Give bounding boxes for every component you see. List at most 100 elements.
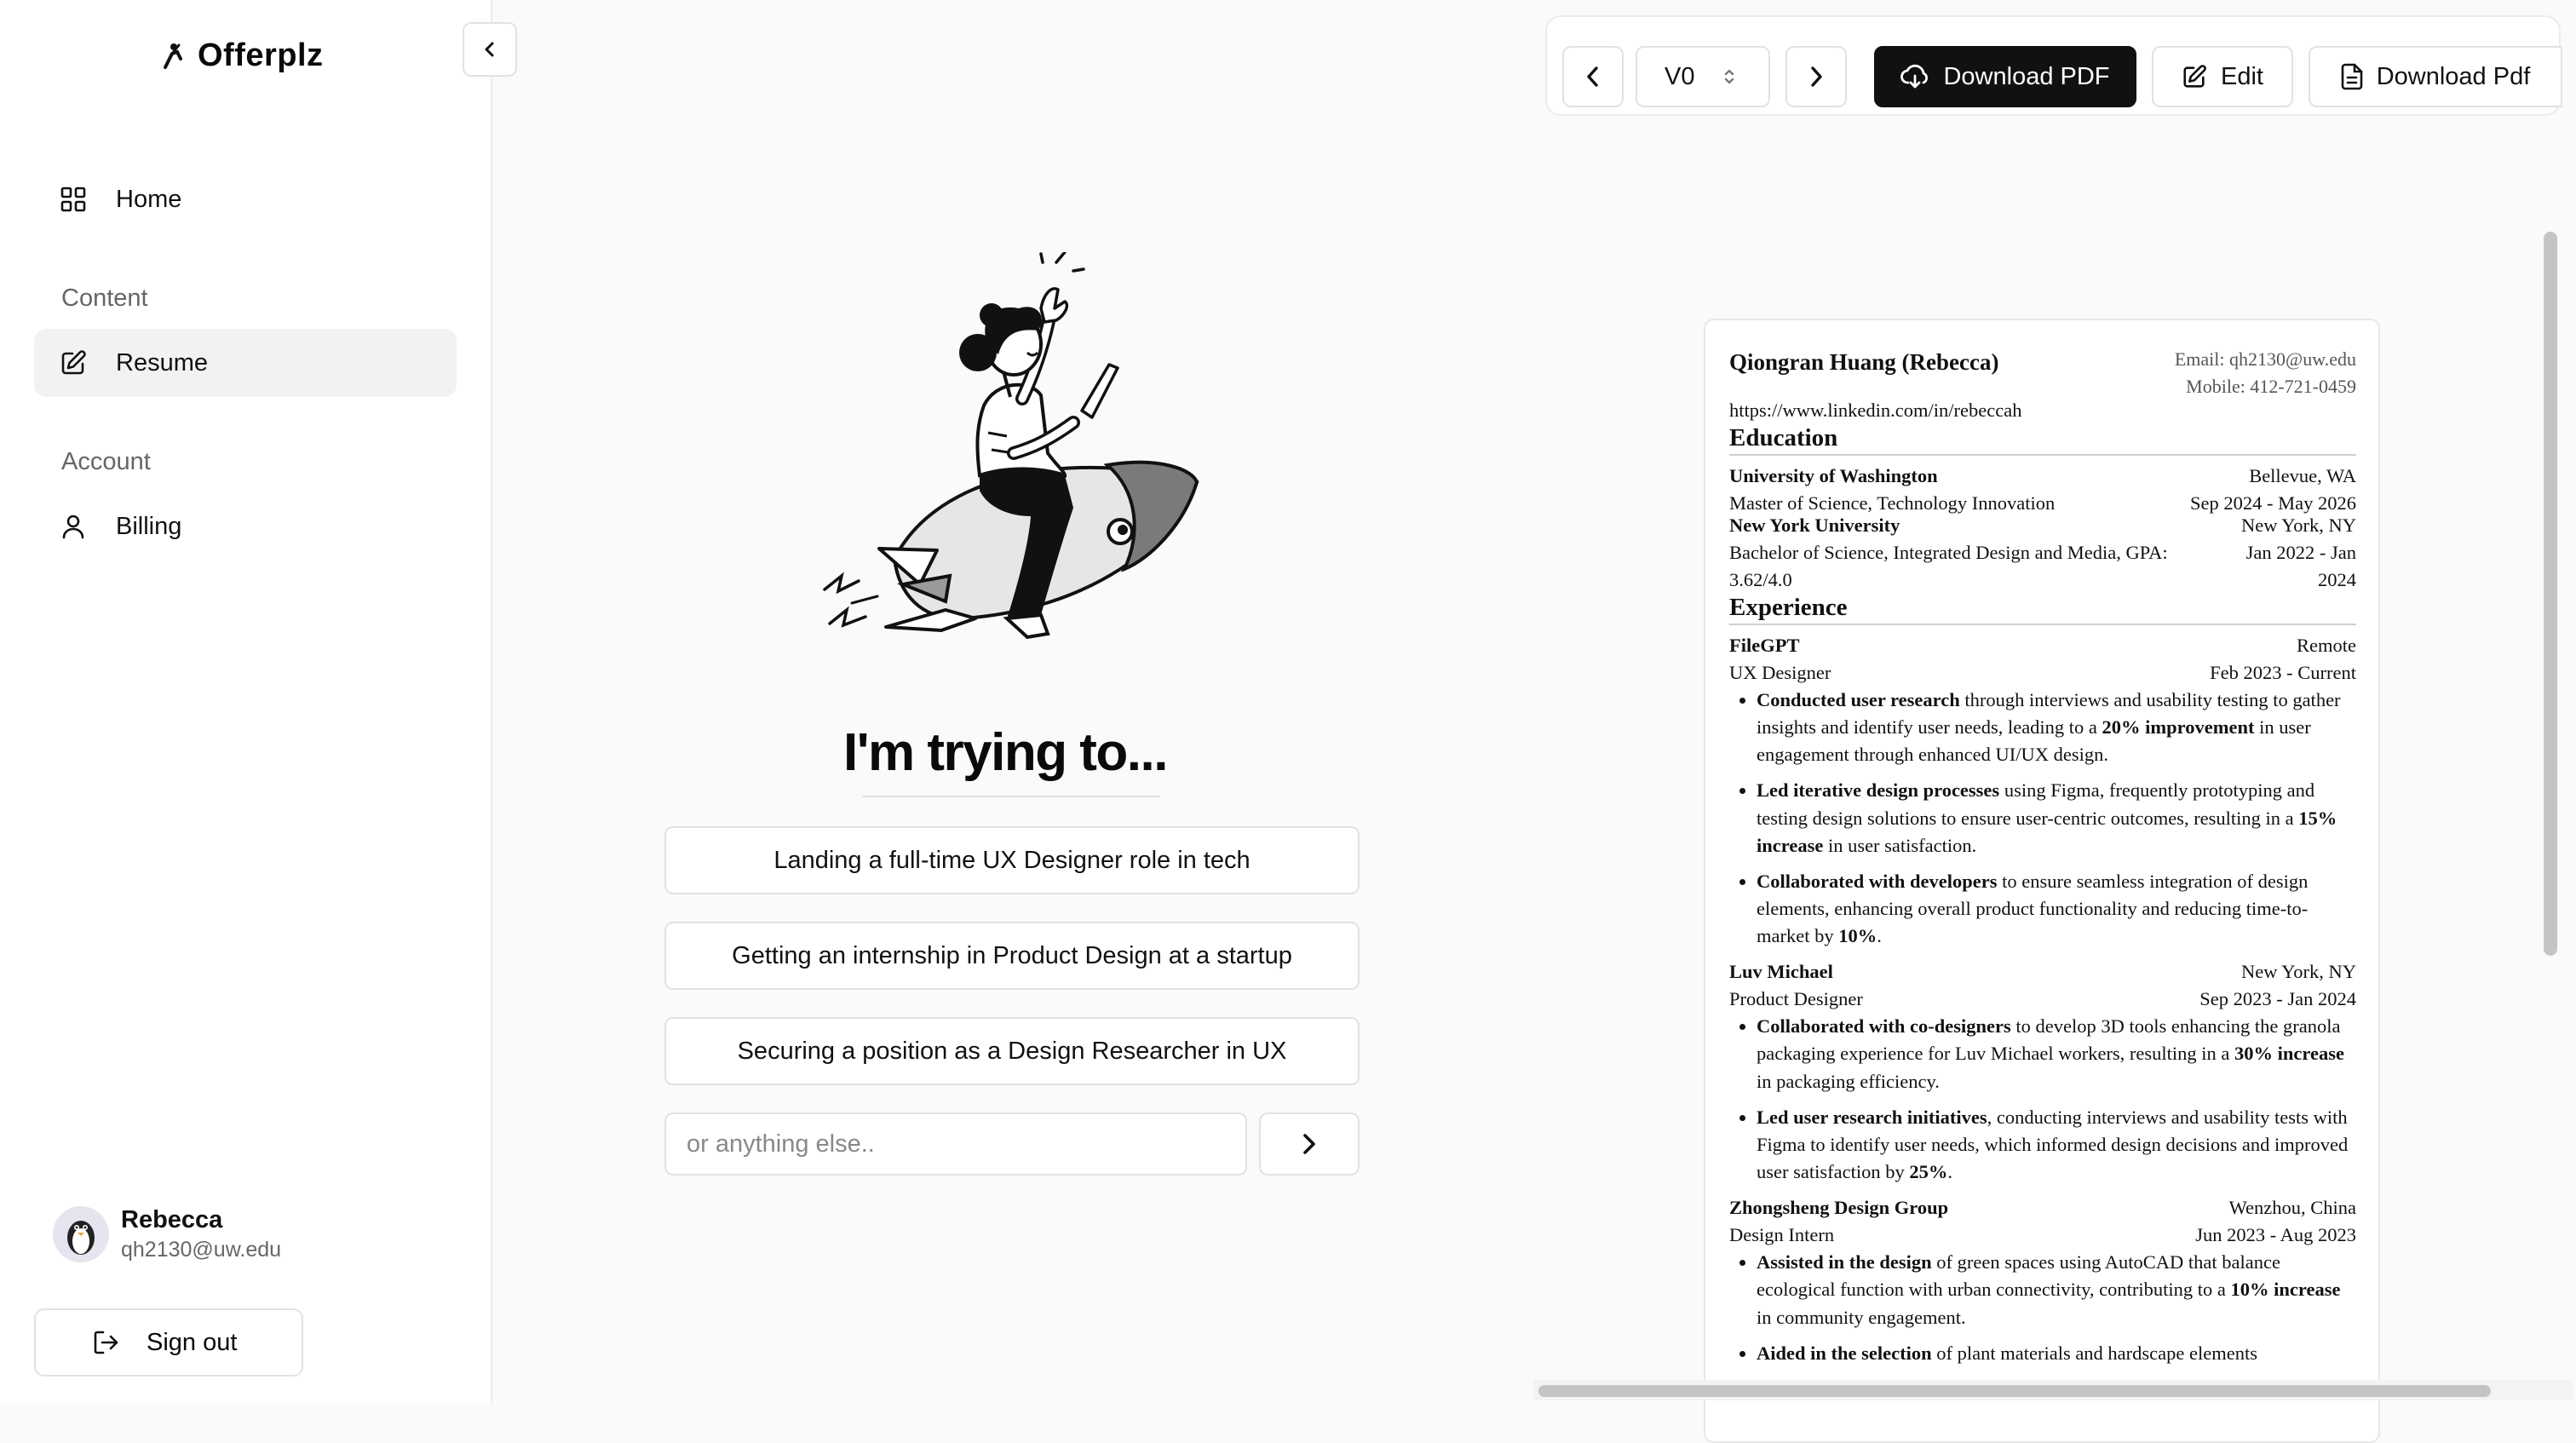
resume-name: Qiongran Huang (Rebecca) bbox=[1729, 349, 1999, 375]
job-title: UX Designer bbox=[1729, 661, 1831, 683]
submit-goal-button[interactable] bbox=[1259, 1112, 1360, 1176]
job-subheader: UX Designer Feb 2023 - Current bbox=[1729, 659, 2356, 687]
custom-goal-input[interactable] bbox=[664, 1112, 1247, 1176]
bullet-text: in community engagement. bbox=[1757, 1306, 1966, 1328]
job-subheader: Product Designer Sep 2023 - Jan 2024 bbox=[1729, 986, 2356, 1013]
bullet-emphasis: Collaborated with developers bbox=[1757, 870, 1998, 892]
job-bullet: Led iterative design processes using Fig… bbox=[1757, 777, 2356, 859]
job-bullets: Conducted user research through intervie… bbox=[1729, 687, 2356, 951]
edu-row: University of Washington Bellevue, WA bbox=[1729, 463, 2356, 490]
edu-degree: Bachelor of Science, Integrated Design a… bbox=[1729, 542, 2168, 591]
chevron-left-icon bbox=[1587, 66, 1598, 87]
app-logo[interactable]: Offerplz bbox=[160, 37, 324, 74]
edit-label: Edit bbox=[2221, 62, 2263, 90]
chevron-right-icon bbox=[1811, 66, 1822, 87]
edu-dates: Jan 2022 - Jan 2024 bbox=[2245, 542, 2356, 591]
headline-divider bbox=[862, 796, 1160, 797]
sidebar-item-resume[interactable]: Resume bbox=[34, 329, 457, 397]
download-pdf-secondary-label: Download Pdf bbox=[2376, 62, 2531, 90]
next-version-button[interactable] bbox=[1785, 46, 1847, 107]
section-label-content: Content bbox=[61, 285, 148, 312]
bullet-emphasis: 30% increase bbox=[2234, 1043, 2344, 1065]
sidebar-item-label: Home bbox=[116, 185, 182, 213]
download-pdf-secondary-button[interactable]: Download Pdf bbox=[2309, 46, 2562, 107]
goal-option-3[interactable]: Securing a position as a Design Research… bbox=[664, 1017, 1360, 1085]
job-dates: Sep 2023 - Jan 2024 bbox=[2199, 988, 2356, 1010]
bullet-text: . bbox=[1947, 1161, 1952, 1183]
edu-row: Bachelor of Science, Integrated Design a… bbox=[1729, 539, 2356, 594]
job-bullet: Conducted user research through intervie… bbox=[1757, 687, 2356, 769]
edu-school: New York University bbox=[1729, 515, 1900, 537]
bullet-emphasis: Led iterative design processes bbox=[1757, 779, 2000, 802]
job-bullet: Collaborated with developers to ensure s… bbox=[1757, 868, 2356, 951]
chevron-left-icon bbox=[485, 42, 494, 57]
download-pdf-button[interactable]: Download PDF bbox=[1874, 46, 2136, 107]
job-company: Luv Michael bbox=[1729, 961, 1833, 983]
bullet-emphasis: 25% bbox=[1909, 1161, 1948, 1183]
rocket-rider-illustration bbox=[823, 250, 1199, 640]
bullet-emphasis: 10% bbox=[1838, 925, 1877, 947]
page-headline: I'm trying to... bbox=[843, 723, 1168, 782]
resume-contact: Email: qh2130@uw.edu Mobile: 412-721-045… bbox=[2175, 346, 2356, 400]
job-location: New York, NY bbox=[2240, 961, 2356, 983]
bullet-text: in user satisfaction. bbox=[1823, 834, 1977, 856]
chevron-right-icon bbox=[1303, 1134, 1315, 1154]
goal-option-2[interactable]: Getting an internship in Product Design … bbox=[664, 922, 1360, 990]
job-header: FileGPT Remote bbox=[1729, 632, 2356, 659]
edu-location: Bellevue, WA bbox=[2249, 465, 2356, 487]
bullet-emphasis: Led user research initiatives bbox=[1757, 1106, 1987, 1128]
job-dates: Jun 2023 - Aug 2023 bbox=[2195, 1224, 2356, 1246]
sign-out-label: Sign out bbox=[147, 1328, 238, 1356]
download-pdf-label: Download PDF bbox=[1943, 62, 2110, 90]
resume-preview[interactable]: Qiongran Huang (Rebecca) https://www.lin… bbox=[1704, 319, 2380, 1443]
sidebar-item-billing[interactable]: Billing bbox=[34, 492, 457, 561]
resume-header: Qiongran Huang (Rebecca) https://www.lin… bbox=[1729, 346, 2356, 424]
resume-section-heading: Experience bbox=[1729, 594, 2356, 625]
job-bullets: Assisted in the design of green spaces u… bbox=[1729, 1249, 2356, 1367]
grid-icon bbox=[60, 187, 86, 212]
prev-version-button[interactable] bbox=[1562, 46, 1624, 107]
job-bullet: Assisted in the design of green spaces u… bbox=[1757, 1249, 2356, 1331]
hero-illustration bbox=[818, 250, 1210, 657]
user-icon bbox=[62, 515, 84, 539]
horizontal-scrollbar[interactable] bbox=[1538, 1385, 2491, 1397]
job-title: Product Designer bbox=[1729, 988, 1863, 1010]
chevron-up-down-icon bbox=[1725, 69, 1734, 84]
sign-out-button[interactable]: Sign out bbox=[34, 1308, 303, 1377]
sidebar: Offerplz Home Content Resume Account Bil… bbox=[0, 0, 492, 1404]
sidebar-item-label: Resume bbox=[116, 348, 208, 377]
resume-linkedin: https://www.linkedin.com/in/rebeccah bbox=[1729, 400, 2022, 422]
edu-school: University of Washington bbox=[1729, 465, 1938, 487]
job-title: Design Intern bbox=[1729, 1224, 1835, 1246]
bullet-text: in packaging efficiency. bbox=[1757, 1070, 1940, 1092]
bullet-text: . bbox=[1877, 925, 1882, 947]
bullet-emphasis: Assisted in the design bbox=[1757, 1251, 1932, 1273]
sidebar-item-label: Billing bbox=[116, 512, 182, 540]
job-location: Wenzhou, China bbox=[2228, 1197, 2356, 1219]
job-company: FileGPT bbox=[1729, 634, 1800, 656]
resume-email: Email: qh2130@uw.edu bbox=[2174, 348, 2356, 370]
document-icon bbox=[2341, 63, 2363, 90]
job-dates: Feb 2023 - Current bbox=[2210, 661, 2356, 683]
bullet-emphasis: 20% improvement bbox=[2102, 716, 2255, 738]
edu-location: New York, NY bbox=[2240, 515, 2356, 537]
bullet-emphasis: 10% increase bbox=[2230, 1279, 2341, 1301]
logo-icon bbox=[164, 43, 182, 69]
vertical-scrollbar[interactable] bbox=[2544, 232, 2557, 956]
experience-list: FileGPT Remote UX Designer Feb 2023 - Curre… bbox=[1729, 632, 2356, 1367]
collapse-sidebar-button[interactable] bbox=[463, 22, 517, 77]
bullet-emphasis: Conducted user research bbox=[1757, 688, 1960, 710]
job-bullet: Led user research initiatives, conductin… bbox=[1757, 1104, 2356, 1187]
bullet-text: of plant materials and hardscape element… bbox=[1931, 1342, 2257, 1364]
sidebar-item-home[interactable]: Home bbox=[34, 165, 457, 233]
goal-option-1[interactable]: Landing a full-time UX Designer role in … bbox=[664, 826, 1360, 894]
bullet-emphasis: Aided in the selection bbox=[1757, 1342, 1932, 1364]
job-location: Remote bbox=[2297, 634, 2356, 656]
version-select[interactable]: V0 bbox=[1636, 46, 1770, 107]
app-name: Offerplz bbox=[198, 37, 324, 73]
job-header: Luv Michael New York, NY bbox=[1729, 958, 2356, 986]
job-bullets: Collaborated with co-designers to develo… bbox=[1729, 1013, 2356, 1186]
edit-button[interactable]: Edit bbox=[2152, 46, 2293, 107]
job-bullet: Collaborated with co-designers to develo… bbox=[1757, 1013, 2356, 1095]
user-profile[interactable]: Rebecca qh2130@uw.edu bbox=[53, 1206, 281, 1262]
